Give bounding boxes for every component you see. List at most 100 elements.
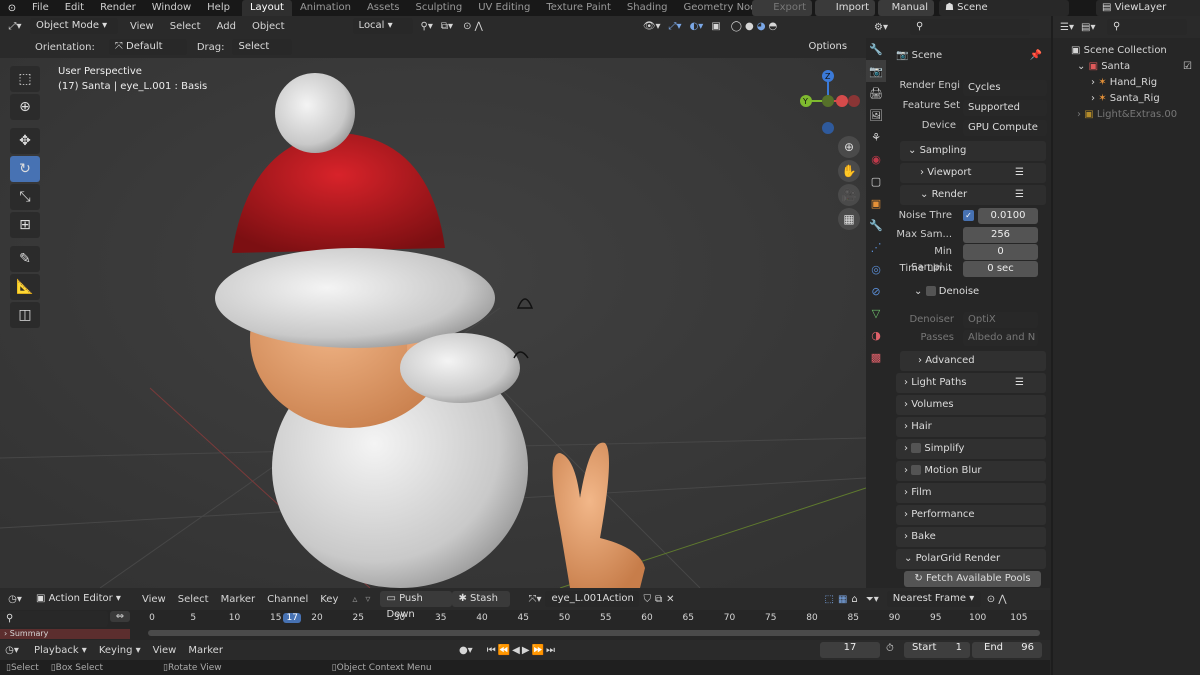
- push-down-button[interactable]: ▭ Push Down: [380, 591, 453, 620]
- sampling-header[interactable]: ⌄ Sampling: [900, 141, 1046, 161]
- filter-icon[interactable]: ⏷▾: [866, 594, 879, 605]
- prev-key-icon[interactable]: ⏪: [498, 645, 510, 656]
- 3d-viewport[interactable]: Z Y User Perspective (17) Santa | eye_L.…: [0, 58, 866, 588]
- zoom-icon[interactable]: ⊕: [838, 136, 860, 158]
- fake-user-icon[interactable]: ⛉: [643, 594, 651, 605]
- ae-menu-key[interactable]: Key: [314, 594, 344, 605]
- proportional-icon[interactable]: ⊙ ⋀: [463, 21, 483, 32]
- polargrid-panel[interactable]: ⌄ PolarGrid Render: [896, 549, 1046, 569]
- outliner-row-light-extras[interactable]: › ▣ Light&Extras.00: [1071, 107, 1200, 123]
- select-tool-icon[interactable]: ⬚: [10, 66, 40, 92]
- tab-assets[interactable]: Assets: [359, 0, 408, 16]
- errors-icon[interactable]: ⌂: [851, 594, 857, 605]
- show-hidden-icon[interactable]: ▦: [838, 594, 847, 605]
- simplify-panel[interactable]: › Simplify: [896, 439, 1046, 459]
- stash-button[interactable]: ✱ Stash: [452, 591, 511, 607]
- current-frame-marker[interactable]: 17: [283, 613, 302, 623]
- denoiser-dropdown[interactable]: OptiX: [963, 312, 1038, 328]
- device-dropdown[interactable]: GPU Compute: [963, 120, 1047, 136]
- pivot-icon[interactable]: ⚲▾: [421, 21, 433, 32]
- render-subpanel[interactable]: ⌄ Render ☰: [900, 185, 1046, 205]
- record-icon[interactable]: ●▾: [459, 645, 473, 656]
- transform-tool-icon[interactable]: ⊞: [10, 212, 40, 238]
- tab-sculpting[interactable]: Sculpting: [408, 0, 471, 16]
- rotate-tool-icon[interactable]: ↻: [10, 156, 40, 182]
- feature-set-dropdown[interactable]: Supported: [963, 100, 1047, 116]
- orientation-dropdown[interactable]: ⤧ Default: [108, 39, 187, 55]
- camera-icon[interactable]: 🎥: [838, 184, 860, 206]
- swap-icon[interactable]: ⇔: [110, 611, 130, 622]
- action-browse-icon[interactable]: ⤧▾: [528, 594, 541, 605]
- viewlayer-selector[interactable]: ▤ ViewLayer: [1096, 0, 1200, 16]
- jump-end-icon[interactable]: ⏭: [546, 645, 555, 656]
- drag-dropdown[interactable]: Select Box: [232, 39, 293, 68]
- bake-panel[interactable]: › Bake: [896, 527, 1046, 547]
- next-key-icon[interactable]: ⏩: [532, 645, 544, 656]
- noise-threshold-checkbox[interactable]: ✓: [963, 210, 974, 221]
- vp-menu-select[interactable]: Select: [162, 21, 209, 32]
- menu-file[interactable]: File: [24, 0, 57, 16]
- gizmo-toggle-icon[interactable]: ⤢▾: [669, 21, 682, 32]
- menu-edit[interactable]: Edit: [57, 0, 92, 16]
- arrow-up-icon[interactable]: ▵: [352, 594, 357, 605]
- channel-search-field[interactable]: ⚲: [0, 611, 108, 627]
- vp-menu-view[interactable]: View: [122, 21, 162, 32]
- pin-icon[interactable]: 📌: [1030, 46, 1042, 66]
- timeline-scrollbar[interactable]: [148, 630, 1040, 636]
- pb-marker-menu[interactable]: Marker: [182, 645, 229, 656]
- constraints-tab-icon[interactable]: ⊘: [866, 280, 886, 302]
- hair-panel[interactable]: › Hair: [896, 417, 1046, 437]
- render-list-icon[interactable]: ☰: [1015, 185, 1024, 205]
- export-button[interactable]: Export: [752, 0, 812, 16]
- xray-icon[interactable]: ▣: [711, 21, 720, 32]
- outliner-row-santa[interactable]: ⌄ ▣ Santa ☑: [1071, 59, 1200, 75]
- arrow-down-icon[interactable]: ▿: [365, 594, 370, 605]
- visibility-icon[interactable]: 👁▾: [643, 21, 661, 32]
- min-samples-field[interactable]: 0: [963, 244, 1038, 260]
- menu-window[interactable]: Window: [144, 0, 199, 16]
- summary-channel[interactable]: › Summary: [0, 629, 130, 639]
- render-engine-dropdown[interactable]: Cycles: [963, 80, 1047, 96]
- advanced-panel[interactable]: › Advanced: [900, 351, 1046, 371]
- tab-uv-editing[interactable]: UV Editing: [470, 0, 538, 16]
- shading-wire-icon[interactable]: ◯: [731, 21, 742, 32]
- options-dropdown[interactable]: Options ▾: [802, 39, 851, 68]
- proportional-edit-icon[interactable]: ⊙ ⋀: [987, 594, 1007, 605]
- object-mode-dropdown[interactable]: Object Mode ▾: [30, 18, 118, 34]
- transform-orientation-dropdown[interactable]: Local ▾: [352, 18, 413, 34]
- perspective-grid-icon[interactable]: ▦: [838, 208, 860, 230]
- scale-tool-icon[interactable]: ⤡: [10, 184, 40, 210]
- props-editor-type-icon[interactable]: ⚙▾: [866, 22, 896, 33]
- pan-hand-icon[interactable]: ✋: [838, 160, 860, 182]
- volumes-panel[interactable]: › Volumes: [896, 395, 1046, 415]
- vp-menu-object[interactable]: Object: [244, 21, 293, 32]
- outliner-row-santa-rig[interactable]: › ✶ Santa_Rig: [1071, 91, 1200, 107]
- shading-material-icon[interactable]: ◕: [757, 21, 766, 32]
- tab-texture-paint[interactable]: Texture Paint: [538, 0, 619, 16]
- tab-shading[interactable]: Shading: [619, 0, 676, 16]
- add-cube-tool-icon[interactable]: ◫: [10, 302, 40, 328]
- outliner-row-hand-rig[interactable]: › ✶ Hand_Rig: [1071, 75, 1200, 91]
- light-paths-list-icon[interactable]: ☰: [1015, 373, 1024, 393]
- shading-solid-icon[interactable]: ●: [745, 21, 754, 32]
- tab-animation[interactable]: Animation: [292, 0, 359, 16]
- frame-ruler[interactable]: 0 5 10 15 17 20 25 30 35 40 45 50 55 60 65 70 75 80 85 90 95…: [135, 611, 1045, 627]
- action-editor-mode-dropdown[interactable]: ▣ Action Editor ▾: [30, 591, 130, 607]
- props-search-field[interactable]: ⚲: [910, 19, 1030, 35]
- santa-checkbox[interactable]: ☑: [1183, 59, 1192, 75]
- action-name-field[interactable]: eye_L.001Action: [545, 591, 640, 607]
- only-selected-icon[interactable]: ⬚: [825, 594, 834, 605]
- ae-menu-channel[interactable]: Channel: [261, 594, 314, 605]
- time-limit-field[interactable]: 0 sec: [963, 261, 1038, 277]
- move-tool-icon[interactable]: ✥: [10, 128, 40, 154]
- scene-selector[interactable]: ☗ Scene: [939, 0, 1069, 16]
- start-frame-field[interactable]: Start 1: [904, 642, 970, 658]
- tool-tab-icon[interactable]: 🔧: [866, 38, 886, 60]
- performance-panel[interactable]: › Performance: [896, 505, 1046, 525]
- import-button[interactable]: Import: [815, 0, 875, 16]
- blender-logo-icon[interactable]: ⊙: [0, 3, 24, 14]
- motion-blur-panel[interactable]: › Motion Blur: [896, 461, 1046, 481]
- ae-menu-marker[interactable]: Marker: [215, 594, 262, 605]
- max-samples-field[interactable]: 256: [963, 227, 1038, 243]
- denoise-row[interactable]: ⌄ Denoise: [914, 286, 1044, 297]
